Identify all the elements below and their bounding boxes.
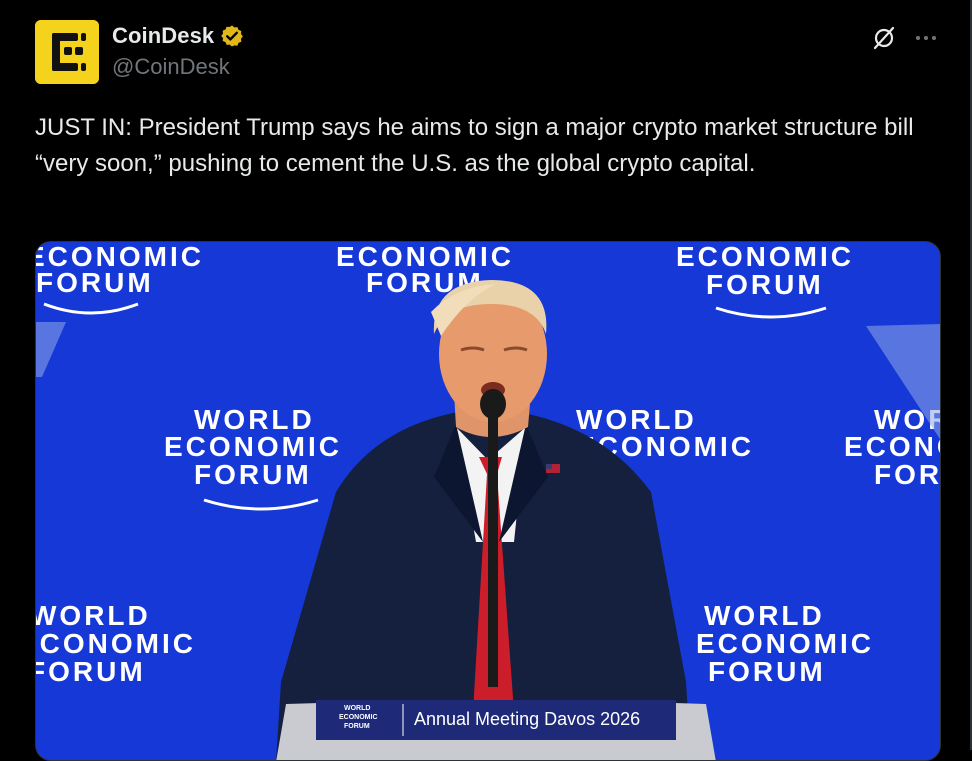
coindesk-logo-icon xyxy=(35,20,99,84)
more-dots-icon xyxy=(916,36,936,40)
grok-button[interactable] xyxy=(868,22,900,54)
more-options-button[interactable] xyxy=(910,22,942,54)
wef-text-economic: ECONOMIC xyxy=(844,431,941,462)
podium: WORLD ECONOMIC FORUM Annual Meeting Davo… xyxy=(276,700,716,760)
author-name-row: CoinDesk xyxy=(112,22,244,50)
wef-text-economic: ECONOMIC xyxy=(36,628,196,659)
tweet-text: JUST IN: President Trump says he aims to… xyxy=(35,114,914,177)
wef-text-economic: ECONOMIC xyxy=(696,628,874,659)
podium-label: Annual Meeting Davos 2026 xyxy=(414,709,640,729)
author-display-name[interactable]: CoinDesk xyxy=(112,23,214,49)
wef-text-forum: FORUM xyxy=(36,267,154,298)
wef-text-forum: FORUM xyxy=(708,656,826,687)
media-scene: ECONOMIC FORUM ECONOMIC FORUM ECONOMIC F… xyxy=(36,242,941,760)
verified-badge-icon[interactable] xyxy=(220,24,244,48)
wef-text-forum: FORUM xyxy=(706,269,824,300)
avatar[interactable] xyxy=(35,20,99,84)
wef-text-economic: ECONOMIC xyxy=(676,242,854,272)
wef-text-forum: FORUM xyxy=(36,656,146,687)
podium-logo-line-2: ECONOMIC xyxy=(339,714,378,721)
wef-text-economic: ECONOMIC xyxy=(164,431,342,462)
wef-text-forum: FORUM xyxy=(194,459,312,490)
wef-text-forum: FORUM xyxy=(874,459,941,490)
tweet-media-image[interactable]: ECONOMIC FORUM ECONOMIC FORUM ECONOMIC F… xyxy=(35,241,941,761)
podium-logo-line-1: WORLD xyxy=(344,705,370,712)
podium-logo-line-3: FORUM xyxy=(344,723,370,730)
grok-icon xyxy=(873,26,895,50)
wef-text-world: WORLD xyxy=(36,600,151,631)
wef-text-world: WORLD xyxy=(704,600,825,631)
author-handle[interactable]: @CoinDesk xyxy=(112,54,230,80)
